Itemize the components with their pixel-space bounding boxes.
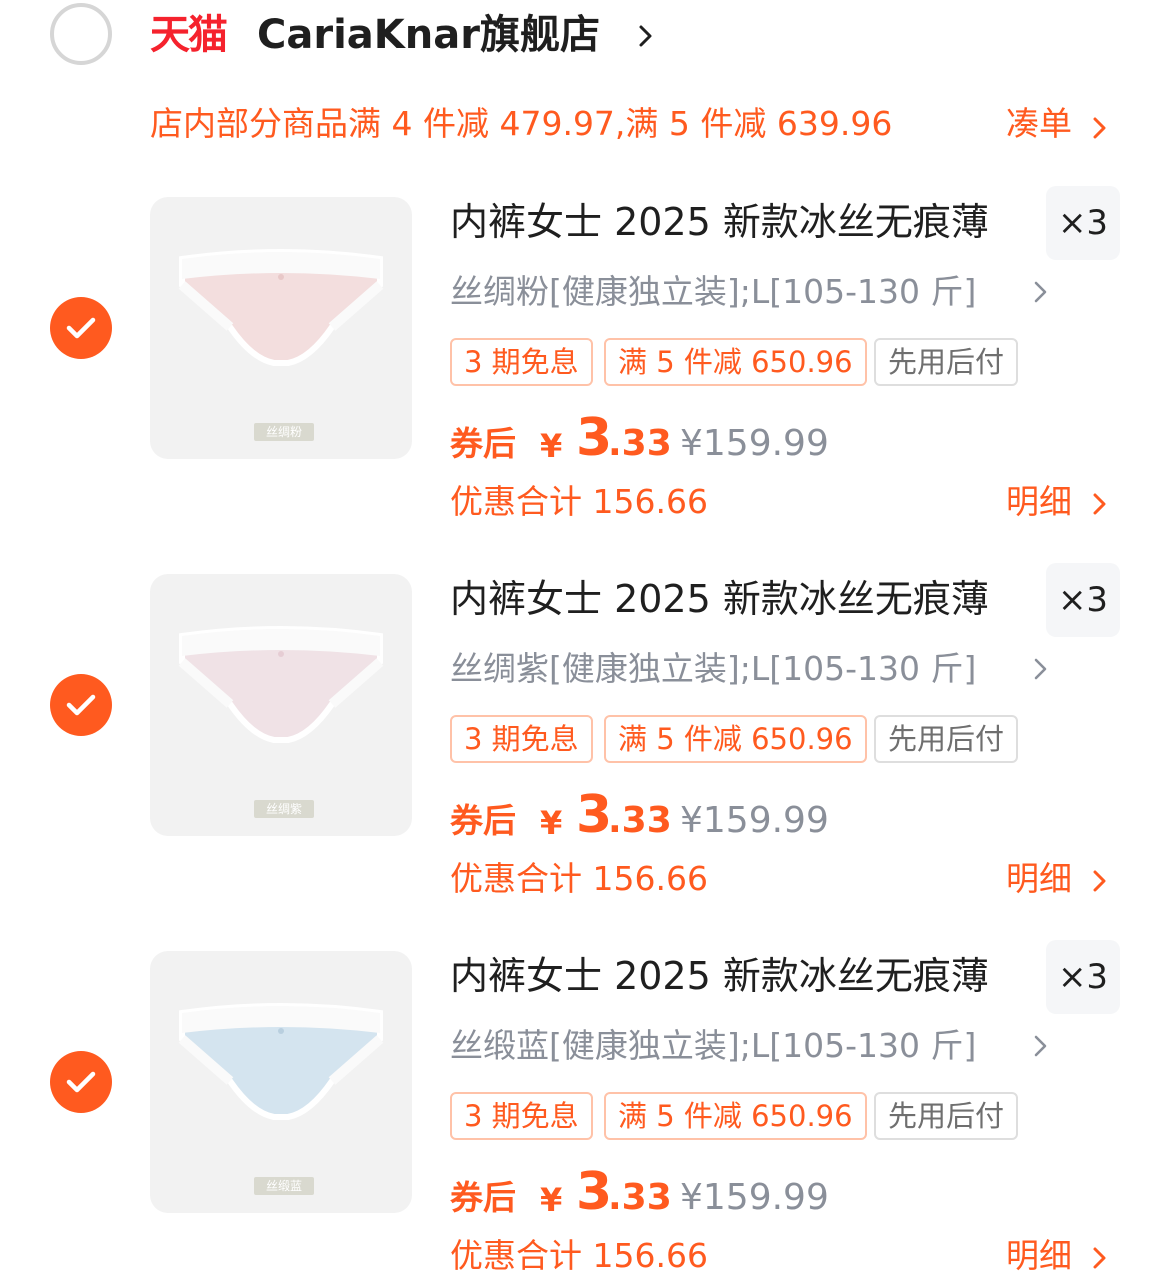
discount-total: 优惠合计 156.66 bbox=[450, 1236, 708, 1275]
tag-installment: 3 期免息 bbox=[450, 1092, 593, 1140]
chevron-right-icon[interactable] bbox=[1032, 656, 1050, 682]
thumb-color-label: 丝缎蓝 bbox=[254, 1177, 314, 1195]
add-on-link[interactable]: 凑单 bbox=[1006, 102, 1072, 146]
store-name-link[interactable]: CariaKnar旗舰店 bbox=[257, 12, 600, 58]
original-price: ¥159.99 bbox=[680, 423, 829, 464]
chevron-right-icon[interactable] bbox=[1090, 1244, 1110, 1272]
chevron-right-icon[interactable] bbox=[1032, 1033, 1050, 1059]
price-decimal: .33 bbox=[608, 423, 672, 464]
promo-text: 店内部分商品满 4 件减 479.97,满 5 件减 639.96 bbox=[150, 104, 893, 143]
product-title[interactable]: 内裤女士 2025 新款冰丝无痕薄 bbox=[450, 952, 1030, 1000]
tag-discount: 满 5 件减 650.96 bbox=[604, 715, 867, 763]
discount-total: 优惠合计 156.66 bbox=[450, 859, 708, 898]
tag-installment: 3 期免息 bbox=[450, 715, 593, 763]
tag-pay-later: 先用后付 bbox=[874, 1092, 1019, 1140]
original-price: ¥159.99 bbox=[680, 800, 829, 841]
discount-total: 优惠合计 156.66 bbox=[450, 482, 708, 521]
product-thumbnail[interactable] bbox=[150, 951, 412, 1213]
thumb-color-label: 丝绸紫 bbox=[254, 800, 314, 818]
product-title[interactable]: 内裤女士 2025 新款冰丝无痕薄 bbox=[450, 575, 1030, 623]
store-promo-row: 店内部分商品满 4 件减 479.97,满 5 件减 639.96 凑单 bbox=[0, 96, 1170, 152]
sku-selector[interactable]: 丝绸粉[健康独立装];L[105-130 斤] bbox=[450, 270, 976, 314]
tag-discount: 满 5 件减 650.96 bbox=[604, 338, 867, 386]
tag-discount: 满 5 件减 650.96 bbox=[604, 1092, 867, 1140]
tag-pay-later: 先用后付 bbox=[874, 715, 1019, 763]
currency-symbol: ¥ bbox=[540, 804, 563, 842]
after-coupon-label: 券后 bbox=[450, 1178, 516, 1217]
cart-item: 丝缎蓝 内裤女士 2025 新款冰丝无痕薄 ×3 丝缎蓝[健康独立装];L[10… bbox=[0, 934, 1170, 1282]
underwear-image-icon bbox=[178, 1003, 384, 1120]
store-select-radio[interactable] bbox=[50, 3, 112, 65]
cart-store-group: 天猫 CariaKnar旗舰店 店内部分商品满 4 件减 479.97,满 5 … bbox=[0, 0, 1170, 1282]
item-select-check[interactable] bbox=[50, 674, 112, 736]
quantity-badge[interactable]: ×3 bbox=[1046, 186, 1120, 260]
chevron-right-icon[interactable] bbox=[1090, 490, 1110, 518]
currency-symbol: ¥ bbox=[540, 427, 563, 465]
sku-selector[interactable]: 丝绸紫[健康独立装];L[105-130 斤] bbox=[450, 647, 976, 691]
price-integer: 3 bbox=[576, 785, 613, 845]
quantity-badge[interactable]: ×3 bbox=[1046, 563, 1120, 637]
product-thumbnail[interactable] bbox=[150, 197, 412, 459]
currency-symbol: ¥ bbox=[540, 1181, 563, 1219]
price-integer: 3 bbox=[576, 1162, 613, 1222]
tag-pay-later: 先用后付 bbox=[874, 338, 1019, 386]
detail-link[interactable]: 明细 bbox=[1006, 480, 1072, 524]
chevron-right-icon[interactable] bbox=[636, 22, 656, 50]
sku-selector[interactable]: 丝缎蓝[健康独立装];L[105-130 斤] bbox=[450, 1024, 976, 1068]
price-integer: 3 bbox=[576, 408, 613, 468]
chevron-right-icon[interactable] bbox=[1090, 114, 1110, 142]
item-select-check[interactable] bbox=[50, 297, 112, 359]
detail-link[interactable]: 明细 bbox=[1006, 857, 1072, 901]
quantity-badge[interactable]: ×3 bbox=[1046, 940, 1120, 1014]
product-title[interactable]: 内裤女士 2025 新款冰丝无痕薄 bbox=[450, 198, 1030, 246]
tmall-badge: 天猫 bbox=[150, 12, 228, 58]
item-select-check[interactable] bbox=[50, 1051, 112, 1113]
tag-installment: 3 期免息 bbox=[450, 338, 593, 386]
store-header: 天猫 CariaKnar旗舰店 bbox=[0, 0, 1170, 80]
price-decimal: .33 bbox=[608, 1177, 672, 1218]
checkmark-icon bbox=[66, 694, 96, 716]
underwear-image-icon bbox=[178, 626, 384, 743]
checkmark-icon bbox=[66, 1071, 96, 1093]
chevron-right-icon[interactable] bbox=[1032, 279, 1050, 305]
cart-item: 丝绸粉 内裤女士 2025 新款冰丝无痕薄 ×3 丝绸粉[健康独立装];L[10… bbox=[0, 180, 1170, 550]
original-price: ¥159.99 bbox=[680, 1177, 829, 1218]
chevron-right-icon[interactable] bbox=[1090, 867, 1110, 895]
underwear-image-icon bbox=[178, 249, 384, 366]
checkmark-icon bbox=[66, 317, 96, 339]
cart-item: 丝绸紫 内裤女士 2025 新款冰丝无痕薄 ×3 丝绸紫[健康独立装];L[10… bbox=[0, 557, 1170, 927]
product-thumbnail[interactable] bbox=[150, 574, 412, 836]
after-coupon-label: 券后 bbox=[450, 424, 516, 463]
detail-link[interactable]: 明细 bbox=[1006, 1234, 1072, 1278]
price-decimal: .33 bbox=[608, 800, 672, 841]
thumb-color-label: 丝绸粉 bbox=[254, 423, 314, 441]
after-coupon-label: 券后 bbox=[450, 801, 516, 840]
